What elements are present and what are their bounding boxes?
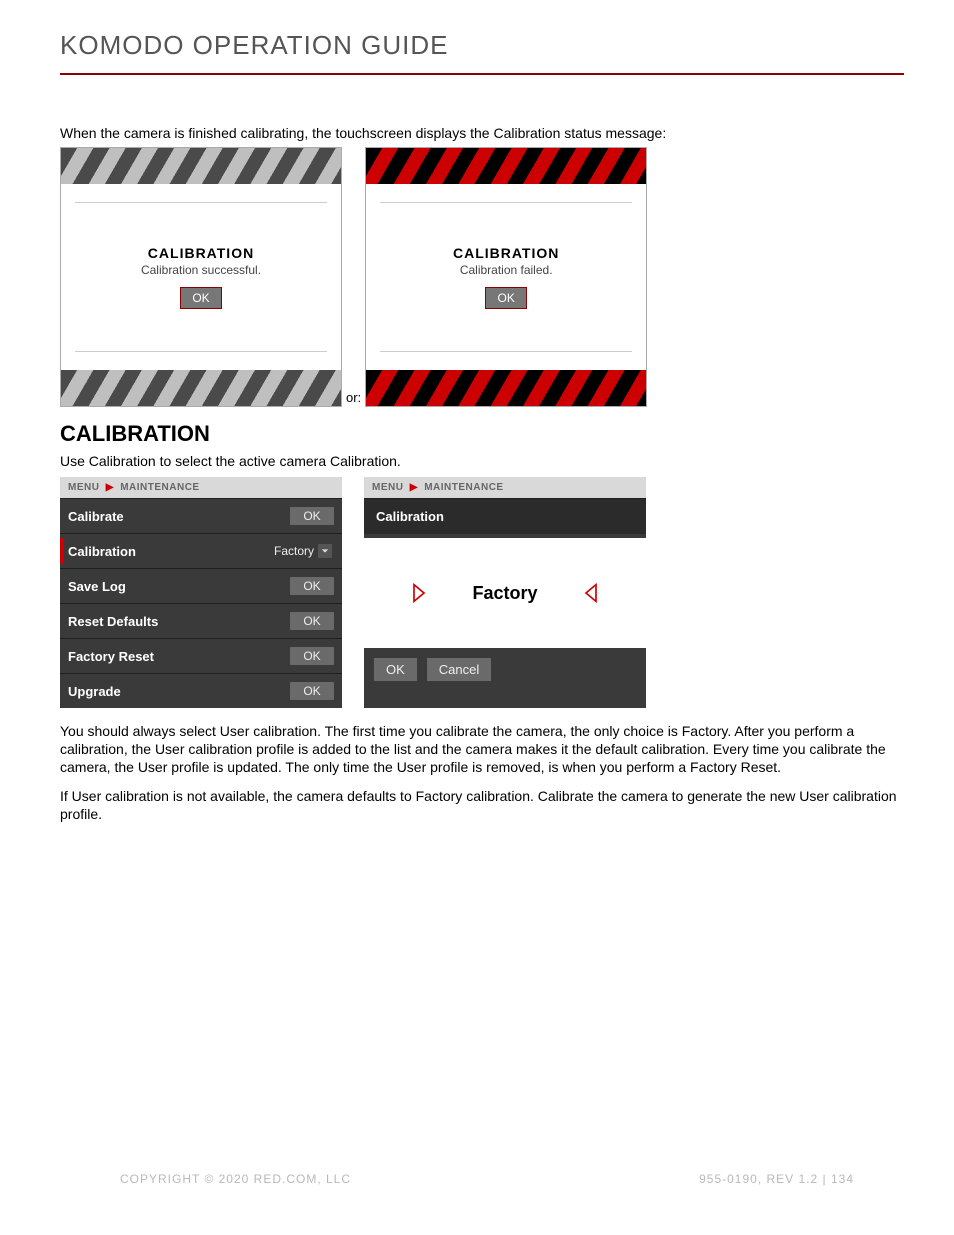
hazard-stripe-icon (366, 148, 646, 184)
menu-item-label: Reset Defaults (68, 614, 158, 629)
body-paragraph: If User calibration is not available, th… (60, 787, 904, 823)
status-body: CALIBRATION Calibration successful. OK (61, 184, 341, 370)
ok-button[interactable]: OK (290, 577, 334, 595)
chevron-right-icon: ▶ (106, 482, 114, 493)
menu-item-calibration[interactable]: Calibration Factory (60, 533, 342, 568)
chevron-left-icon[interactable] (582, 583, 600, 603)
status-body: CALIBRATION Calibration failed. OK (366, 184, 646, 370)
divider (380, 202, 632, 203)
menu-item-label: Factory Reset (68, 649, 154, 664)
page-title: KOMODO OPERATION GUIDE (60, 30, 904, 61)
menu-list: CalibrateOKCalibrationFactorySave LogOKR… (60, 498, 342, 708)
footer-copyright: COPYRIGHT © 2020 RED.COM, LLC (120, 1172, 351, 1186)
cancel-button[interactable]: Cancel (427, 658, 491, 681)
page-footer: COPYRIGHT © 2020 RED.COM, LLC 955-0190, … (120, 1172, 854, 1186)
status-title: CALIBRATION (453, 245, 559, 261)
divider (75, 351, 327, 352)
ok-button[interactable]: OK (180, 287, 222, 309)
menu-item-factory-reset[interactable]: Factory Reset OK (60, 638, 342, 673)
status-panel-success: CALIBRATION Calibration successful. OK (60, 147, 342, 407)
menu-row: MENU ▶ MAINTENANCE Calibrate OK Calibratio… (60, 477, 904, 708)
breadcrumb-leaf: MAINTENANCE (424, 482, 503, 493)
menu-item-label: Save Log (68, 579, 126, 594)
picker-value: Factory (472, 583, 537, 604)
ok-button[interactable]: OK (290, 682, 334, 700)
divider (380, 351, 632, 352)
hazard-stripe-icon (61, 148, 341, 184)
breadcrumb-root: MENU (372, 482, 403, 493)
chevron-right-icon[interactable] (410, 583, 428, 603)
ok-button[interactable]: OK (485, 287, 527, 309)
chevron-right-icon: ▶ (410, 482, 418, 493)
value-picker[interactable]: Factory (364, 538, 646, 648)
breadcrumb-root: MENU (68, 482, 99, 493)
selection-marker (60, 538, 64, 564)
menu-item-calibrate[interactable]: Calibrate OK (60, 498, 342, 533)
footer-pageinfo: 955-0190, REV 1.2 | 134 (699, 1172, 854, 1186)
menu-item-label: Calibrate (68, 509, 124, 524)
breadcrumb-leaf: MAINTENANCE (120, 482, 199, 493)
menu-item-reset-defaults[interactable]: Reset Defaults OK (60, 603, 342, 638)
ok-button[interactable]: OK (290, 647, 334, 665)
status-message: Calibration failed. (460, 263, 553, 277)
status-message: Calibration successful. (141, 263, 261, 277)
or-label: or: (346, 390, 361, 407)
chevron-down-icon (318, 544, 332, 558)
status-row: CALIBRATION Calibration successful. OK o… (60, 147, 904, 407)
hazard-stripe-icon (366, 370, 646, 406)
ok-button[interactable]: OK (290, 612, 334, 630)
dropdown-value[interactable]: Factory (266, 542, 334, 560)
status-panel-fail: CALIBRATION Calibration failed. OK (365, 147, 647, 407)
hazard-stripe-icon (61, 370, 341, 406)
picker-title: Calibration (364, 498, 646, 534)
section-sub: Use Calibration to select the active cam… (60, 453, 904, 469)
ok-button[interactable]: OK (374, 658, 417, 681)
breadcrumb: MENU ▶ MAINTENANCE (364, 477, 646, 498)
dropdown-label: Factory (274, 544, 314, 558)
ok-button[interactable]: OK (290, 507, 334, 525)
menu-item-save-log[interactable]: Save Log OK (60, 568, 342, 603)
calibration-picker-panel: MENU ▶ MAINTENANCE Calibration Factory O… (364, 477, 646, 708)
picker-buttons: OK Cancel (364, 648, 646, 693)
body-paragraph: You should always select User calibratio… (60, 722, 904, 777)
menu-item-label: Upgrade (68, 684, 121, 699)
section-heading: CALIBRATION (60, 421, 904, 447)
intro-text: When the camera is finished calibrating,… (60, 125, 904, 141)
status-title: CALIBRATION (148, 245, 254, 261)
maintenance-menu: MENU ▶ MAINTENANCE Calibrate OK Calibratio… (60, 477, 342, 708)
divider (75, 202, 327, 203)
breadcrumb: MENU ▶ MAINTENANCE (60, 477, 342, 498)
menu-item-label: Calibration (68, 544, 136, 559)
menu-item-upgrade[interactable]: Upgrade OK (60, 673, 342, 708)
title-rule (60, 73, 904, 75)
